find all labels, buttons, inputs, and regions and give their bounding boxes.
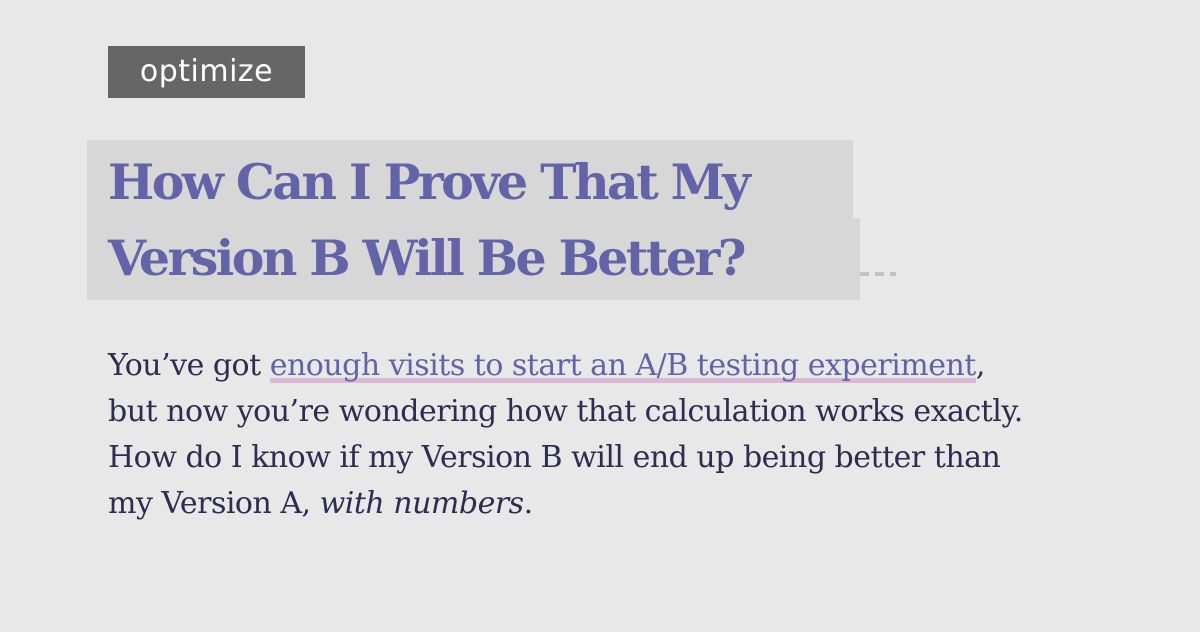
article-title: How Can I Prove That My Version B Will Be… (108, 140, 868, 296)
ab-testing-visits-link[interactable]: enough visits to start an A/B testing ex… (270, 348, 977, 383)
article-title-line-1: How Can I Prove That My (108, 153, 751, 211)
intro-emphasis: with numbers (319, 486, 524, 521)
article-intro: You’ve got enough visits to start an A/B… (108, 343, 1038, 527)
article-title-block: How Can I Prove That My Version B Will Be… (87, 140, 896, 300)
intro-text-before-link: You’ve got (108, 348, 270, 383)
article-title-line-2: Version B Will Be Better? (108, 229, 746, 287)
intro-ending: . (523, 486, 534, 521)
category-tag-link[interactable]: optimize (108, 46, 305, 98)
